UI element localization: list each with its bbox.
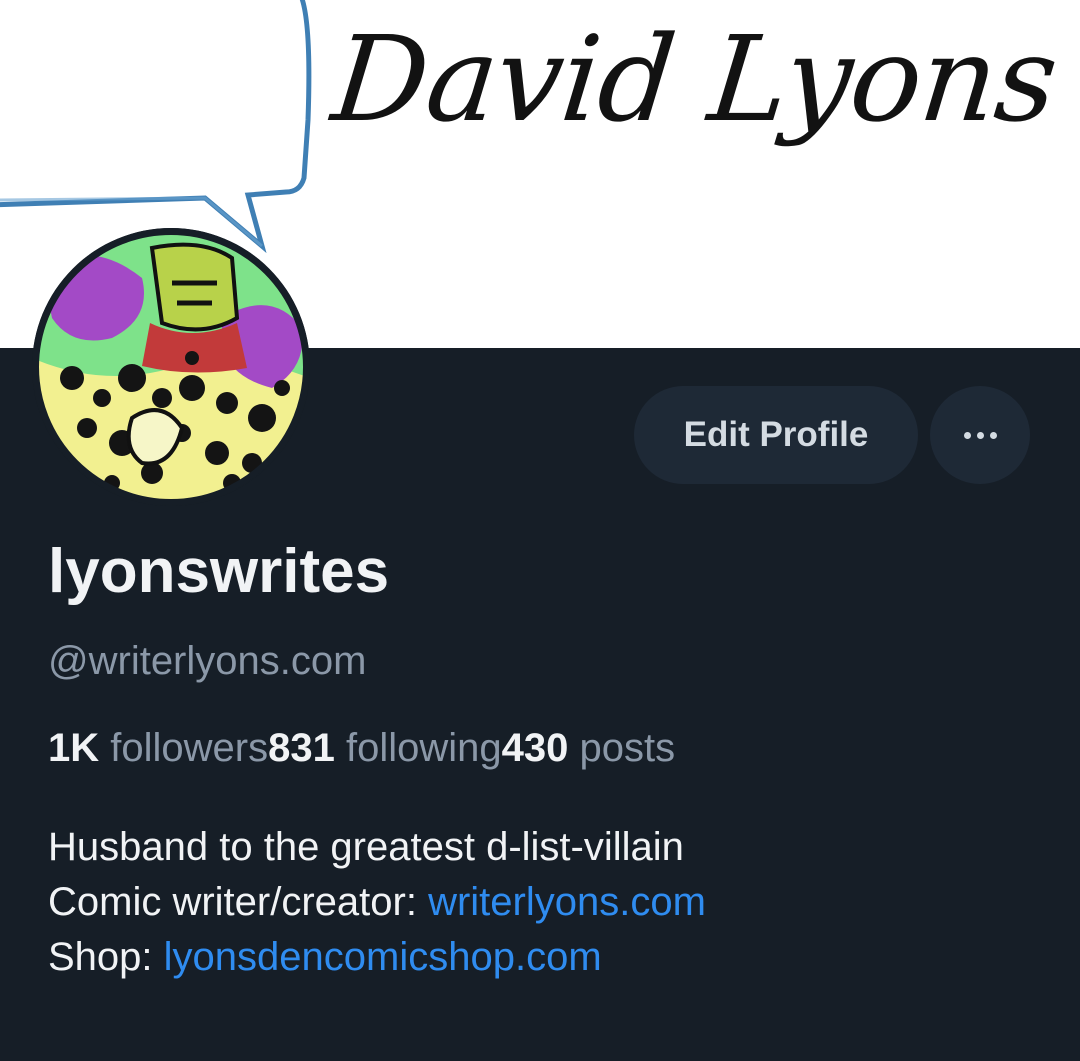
bio-text: Shop: (48, 935, 164, 979)
profile-bio: Husband to the greatest d-list-villain C… (48, 820, 706, 985)
shop-link[interactable]: lyonsdencomicshop.com (164, 935, 602, 979)
posts-label: posts (579, 726, 676, 770)
website-link[interactable]: writerlyons.com (428, 880, 706, 924)
more-options-button[interactable] (930, 386, 1030, 484)
edit-profile-button[interactable]: Edit Profile (634, 386, 918, 484)
ellipsis-icon (976, 431, 984, 439)
display-name: lyonswrites (48, 537, 390, 606)
profile-stats: 1K followers831 following430 posts (48, 724, 675, 772)
avatar-image (32, 228, 310, 506)
following-label: following (345, 726, 502, 770)
bio-line: Shop: lyonsdencomicshop.com (48, 930, 706, 985)
posts-count: 430 (501, 726, 569, 770)
following-count: 831 (268, 726, 335, 770)
followers-count: 1K (48, 726, 100, 770)
following-stat[interactable]: 831 following (268, 726, 502, 770)
banner-title: David Lyons (326, 10, 1064, 148)
ellipsis-icon (963, 431, 971, 439)
followers-stat[interactable]: 1K followers (48, 726, 268, 770)
profile-page: David Lyons Edit Profile lyonswrites @wr… (0, 0, 1080, 1061)
bio-text: Comic writer/creator: (48, 880, 429, 924)
posts-stat: 430 posts (502, 726, 675, 770)
profile-handle: @writerlyons.com (48, 639, 367, 683)
bio-line: Comic writer/creator: writerlyons.com (48, 875, 706, 930)
ellipsis-icon (989, 431, 997, 439)
bio-line: Husband to the greatest d-list-villain (48, 825, 684, 869)
avatar[interactable] (32, 228, 310, 506)
followers-label: followers (110, 726, 269, 770)
